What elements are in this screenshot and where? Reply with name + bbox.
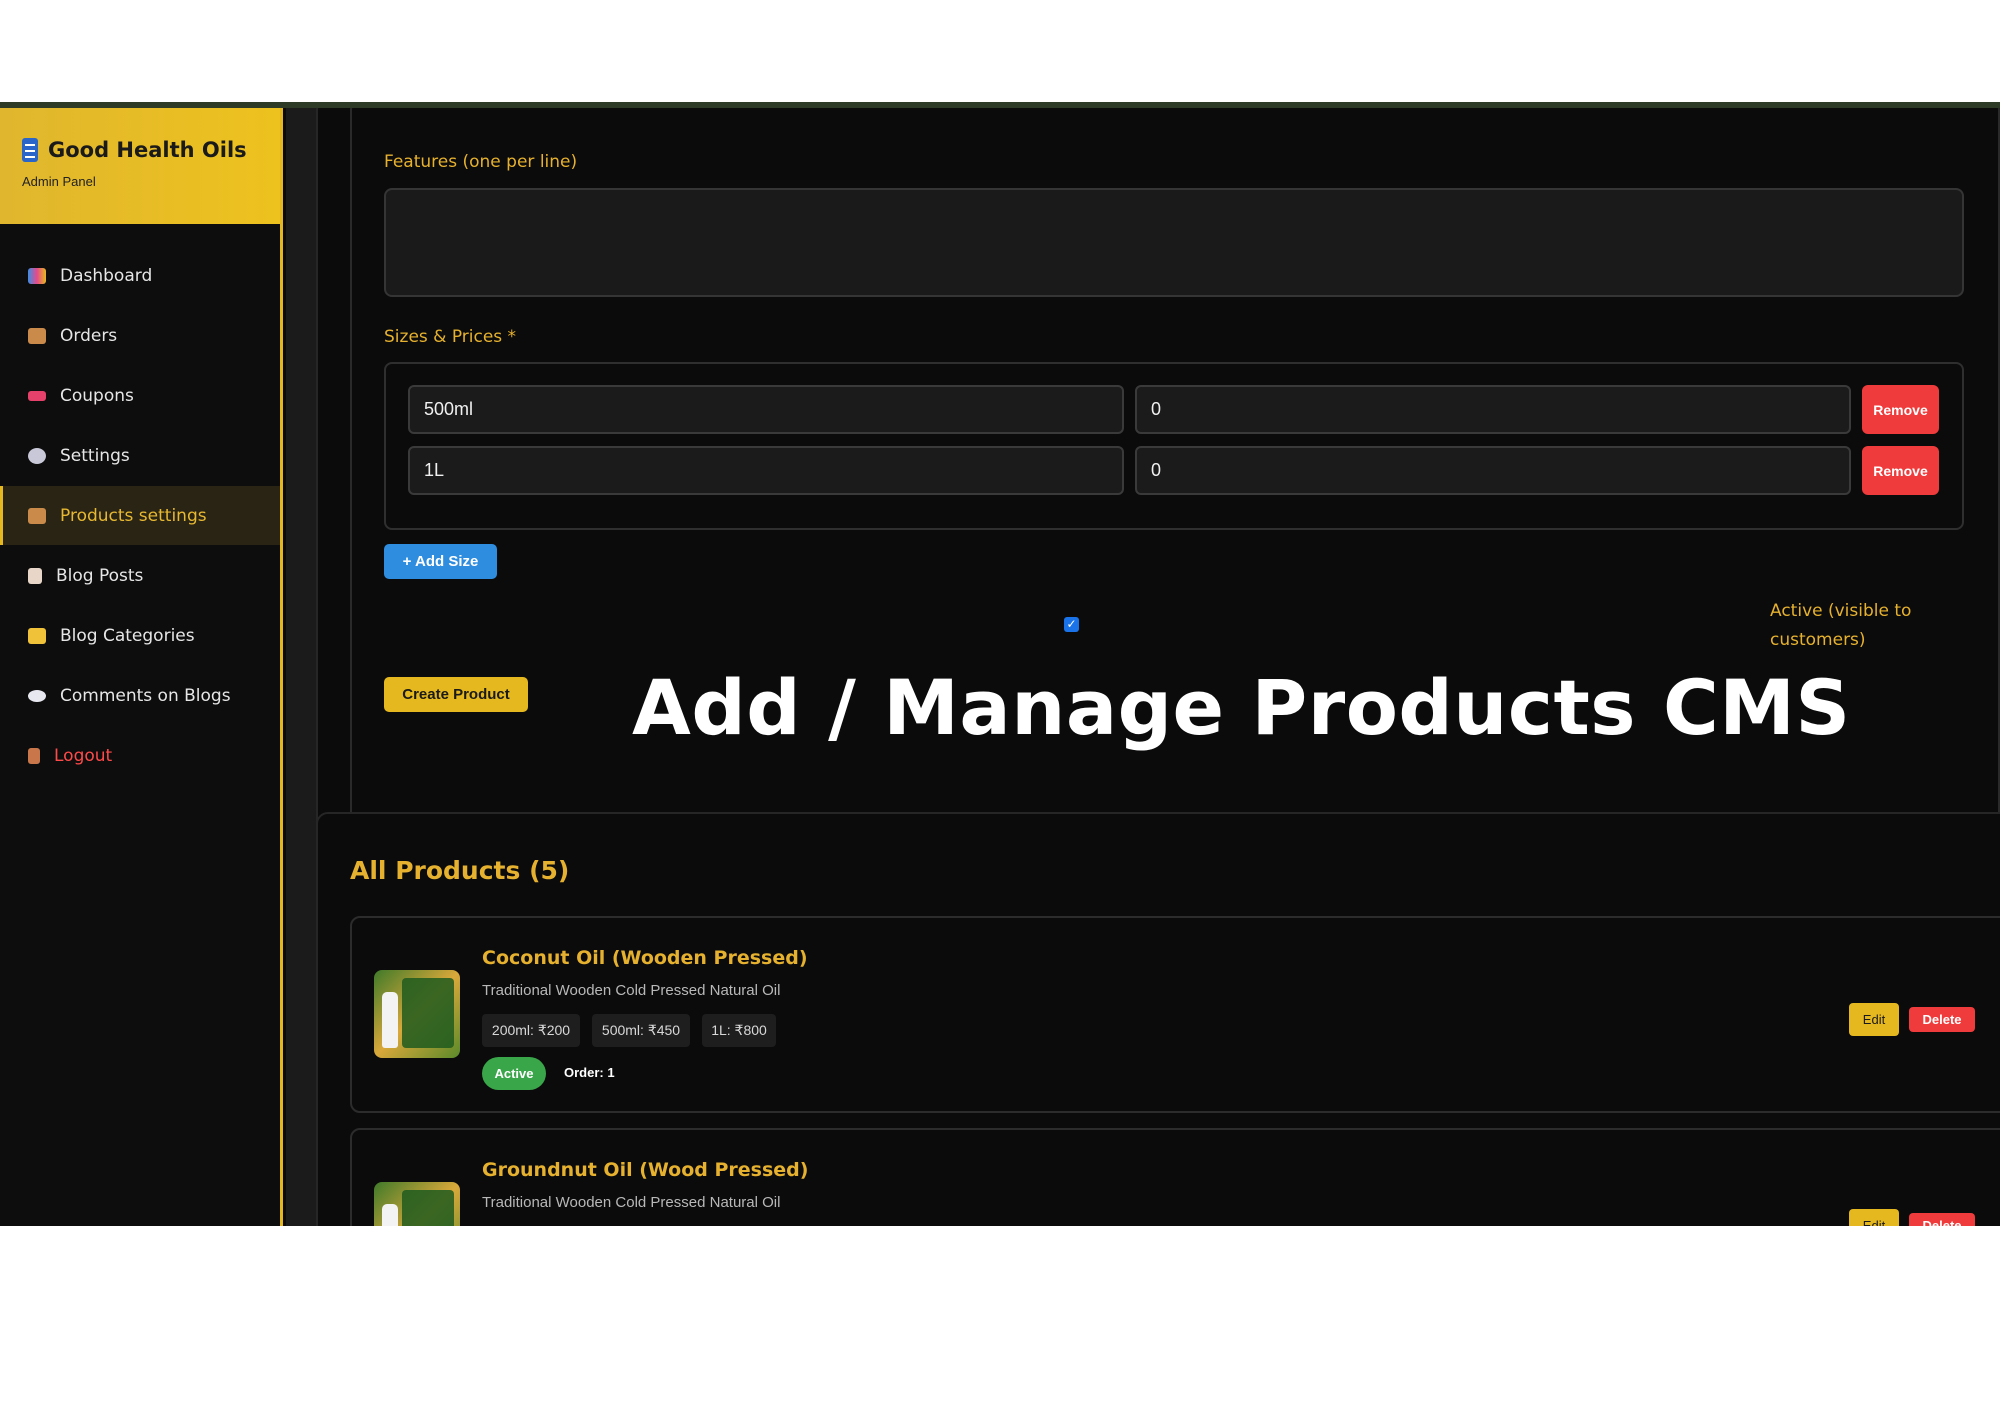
sidebar-item-blog-categories[interactable]: Blog Categories <box>0 606 280 665</box>
edit-button[interactable]: Edit <box>1849 1003 1899 1036</box>
create-product-button[interactable]: Create Product <box>384 677 528 712</box>
bottle-icon <box>382 1204 398 1226</box>
sidebar-item-blog-posts[interactable]: Blog Posts <box>0 546 280 605</box>
sidebar-item-label: Blog Categories <box>60 625 195 646</box>
price-input[interactable]: 0 <box>1135 446 1851 495</box>
door-icon <box>28 747 40 764</box>
features-label: Features (one per line) <box>384 152 578 172</box>
features-textarea[interactable] <box>384 188 1964 297</box>
product-name: Coconut Oil (Wooden Pressed) <box>482 947 808 969</box>
brand-title: Good Health Oils <box>48 138 247 162</box>
gear-icon <box>28 447 46 464</box>
sidebar-item-label: Products settings <box>60 505 207 526</box>
sidebar-item-label: Dashboard <box>60 265 153 286</box>
sidebar-item-products-settings[interactable]: Products settings <box>0 486 280 545</box>
price-chip: 500ml: ₹450 <box>592 1014 690 1047</box>
sidebar-item-label: Comments on Blogs <box>60 685 231 706</box>
sidebar-item-label: Orders <box>60 325 118 346</box>
price-chip: 1L: ₹800 <box>702 1014 776 1047</box>
sidebar-item-label: Blog Posts <box>56 565 144 586</box>
price-input[interactable]: 0 <box>1135 385 1851 434</box>
sidebar-item-comments-on-blogs[interactable]: Comments on Blogs <box>0 666 280 725</box>
brand-subtitle: Admin Panel <box>22 174 96 189</box>
product-description: Traditional Wooden Cold Pressed Natural … <box>482 982 781 999</box>
product-description: Traditional Wooden Cold Pressed Natural … <box>482 1194 781 1211</box>
delete-button[interactable]: Delete <box>1909 1007 1975 1032</box>
box-icon <box>28 507 46 524</box>
product-thumbnail <box>374 970 460 1058</box>
brand-header: Good Health Oils Admin Panel <box>0 108 280 224</box>
folder-icon <box>28 627 46 644</box>
product-thumbnail <box>374 1182 460 1226</box>
edit-button[interactable]: Edit <box>1849 1209 1899 1226</box>
remove-size-button[interactable]: Remove <box>1862 385 1939 434</box>
sidebar: Good Health Oils Admin Panel Dashboard O… <box>0 108 283 1226</box>
sidebar-item-settings[interactable]: Settings <box>0 426 280 485</box>
app-window: Good Health Oils Admin Panel Dashboard O… <box>0 102 2000 1226</box>
remove-size-button[interactable]: Remove <box>1862 446 1939 495</box>
product-name: Groundnut Oil (Wood Pressed) <box>482 1159 809 1181</box>
chart-icon <box>28 267 46 284</box>
sidebar-item-orders[interactable]: Orders <box>0 306 280 365</box>
sidebar-item-label: Logout <box>54 745 113 766</box>
size-input[interactable]: 500ml <box>408 385 1124 434</box>
sidebar-item-logout[interactable]: Logout <box>0 726 280 785</box>
sizes-label: Sizes & Prices * <box>384 327 517 347</box>
add-size-button[interactable]: + Add Size <box>384 544 497 579</box>
label-graphic <box>402 1190 454 1226</box>
delete-button[interactable]: Delete <box>1909 1213 1975 1226</box>
size-input[interactable]: 1L <box>408 446 1124 495</box>
memo-icon <box>28 567 42 584</box>
status-badge: Active <box>482 1057 546 1090</box>
order-label: Order: 1 <box>564 1065 615 1080</box>
bottle-icon <box>382 992 398 1048</box>
box-icon <box>28 327 46 344</box>
price-chip: 200ml: ₹200 <box>482 1014 580 1047</box>
ticket-icon <box>28 390 46 401</box>
product-card: Groundnut Oil (Wood Pressed) Traditional… <box>350 1128 2000 1226</box>
sidebar-item-dashboard[interactable]: Dashboard <box>0 246 280 305</box>
overlay-title: Add / Manage Products CMS <box>632 663 1851 752</box>
active-checkbox[interactable]: ✓ <box>1064 617 1079 632</box>
sidebar-item-label: Settings <box>60 445 130 466</box>
oil-barrel-icon <box>22 138 38 162</box>
products-heading: All Products (5) <box>350 856 570 885</box>
product-card: Coconut Oil (Wooden Pressed) Traditional… <box>350 916 2000 1113</box>
sidebar-item-label: Coupons <box>60 385 134 406</box>
active-checkbox-label: Active (visible to customers) <box>1770 601 1912 650</box>
sidebar-item-coupons[interactable]: Coupons <box>0 366 280 425</box>
speech-bubble-icon <box>28 689 46 702</box>
content-gutter <box>286 108 316 1226</box>
label-graphic <box>402 978 454 1048</box>
